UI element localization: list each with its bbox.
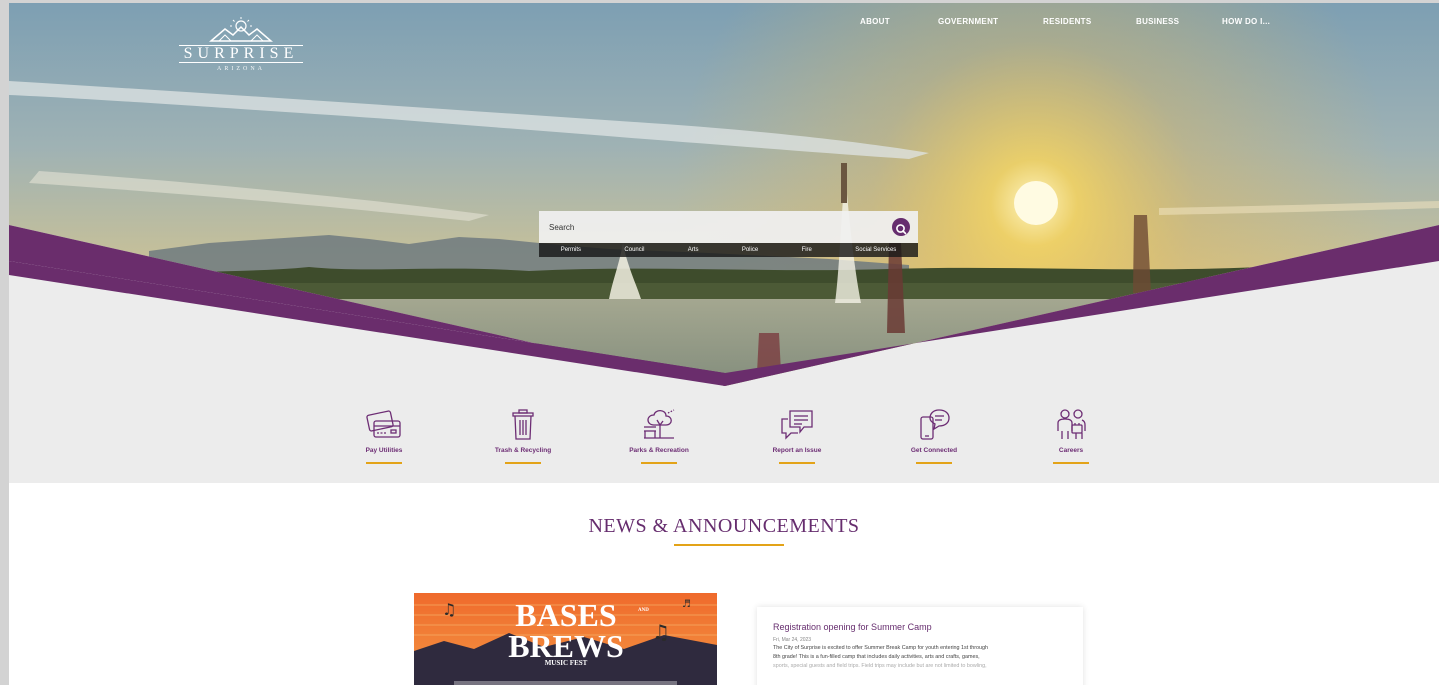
gold-underline <box>505 462 541 464</box>
site-page: SURPRISE ARIZONA ABOUT GOVERNMENT RESIDE… <box>9 3 1439 685</box>
nav-business[interactable]: BUSINESS <box>1136 17 1179 26</box>
heading-gold-underline <box>674 544 784 546</box>
nav-residents[interactable]: RESIDENTS <box>1043 17 1092 26</box>
service-get-connected[interactable]: Get Connected <box>879 407 989 464</box>
poster-and: AND <box>638 608 649 613</box>
search-bar <box>539 211 918 243</box>
service-pay-utilities[interactable]: Pay Utilities <box>329 407 439 464</box>
service-label: Parks & Recreation <box>629 447 689 454</box>
quick-link-fire[interactable]: Fire <box>802 247 812 253</box>
hero-section: SURPRISE ARIZONA ABOUT GOVERNMENT RESIDE… <box>9 3 1439 483</box>
service-label: Report an Issue <box>772 447 822 454</box>
credit-card-icon <box>366 410 401 438</box>
quick-link-police[interactable]: Police <box>742 247 758 253</box>
nav-how-do-i[interactable]: HOW DO I... <box>1222 17 1270 26</box>
quick-link-arts[interactable]: Arts <box>688 247 699 253</box>
speech-bubble-report-icon <box>781 410 813 440</box>
news-heading: NEWS & ANNOUNCEMENTS <box>588 515 860 537</box>
phone-chat-icon <box>920 409 950 440</box>
service-label: Pay Utilities <box>365 447 403 454</box>
gold-underline <box>916 462 952 464</box>
poster-note-icon: ♫ <box>652 620 670 644</box>
service-parks-recreation[interactable]: Parks & Recreation <box>604 407 714 464</box>
service-shortcuts: Pay Utilities Trash & Recycling Parks & … <box>9 407 1439 483</box>
trash-can-icon <box>512 409 534 440</box>
gold-underline <box>366 462 402 464</box>
logo-subtitle: ARIZONA <box>217 66 265 72</box>
people-briefcase-icon <box>1057 409 1086 439</box>
poster-note-icon: ♬ <box>682 599 691 610</box>
search-icon <box>896 223 907 234</box>
gold-underline <box>779 462 815 464</box>
news-feature-image[interactable]: ♫ ♬ ♫ BASES AND BREWS MUSIC FEST <box>414 593 717 685</box>
service-careers[interactable]: Careers <box>1016 407 1126 464</box>
gold-underline <box>1053 462 1089 464</box>
service-label: Trash & Recycling <box>494 447 552 454</box>
poster-note-icon: ♫ <box>442 600 456 619</box>
nav-about[interactable]: ABOUT <box>860 17 890 26</box>
quick-link-council[interactable]: Council <box>624 247 644 253</box>
quick-link-permits[interactable]: Permits <box>561 247 581 253</box>
logo-wordmark: SURPRISE <box>179 45 303 63</box>
park-bench-tree-icon <box>644 409 675 439</box>
poster-subtitle: MUSIC FEST <box>545 659 588 667</box>
service-label: Careers <box>1058 447 1084 454</box>
search-widget: Permits Council Arts Police Fire Social … <box>539 211 918 257</box>
quick-link-social-services[interactable]: Social Services <box>855 247 896 253</box>
news-card-body-line: The City of Surprise is excited to offer… <box>773 645 989 651</box>
search-quick-links: Permits Council Arts Police Fire Social … <box>539 243 918 257</box>
bases-brews-poster: ♫ ♬ ♫ BASES AND BREWS MUSIC FEST <box>414 593 717 685</box>
news-card-title[interactable]: Registration opening for Summer Camp <box>773 622 1068 632</box>
search-input[interactable] <box>539 211 869 243</box>
service-report-issue[interactable]: Report an Issue <box>742 407 852 464</box>
nav-government[interactable]: GOVERNMENT <box>938 17 998 26</box>
news-card-body-line: 8th grade! This is a fun-filled camp tha… <box>773 654 980 660</box>
news-card[interactable]: Registration opening for Summer Camp Fri… <box>757 607 1083 685</box>
news-card-date: Fri, Mar 24, 2023 <box>773 637 812 643</box>
service-trash-recycling[interactable]: Trash & Recycling <box>468 407 578 464</box>
search-button[interactable] <box>892 218 910 236</box>
service-label: Get Connected <box>910 447 958 454</box>
main-navigation: ABOUT GOVERNMENT RESIDENTS BUSINESS HOW … <box>9 17 1439 33</box>
gold-underline <box>641 462 677 464</box>
news-card-body-line: sports, special guests and field trips. … <box>773 663 987 669</box>
